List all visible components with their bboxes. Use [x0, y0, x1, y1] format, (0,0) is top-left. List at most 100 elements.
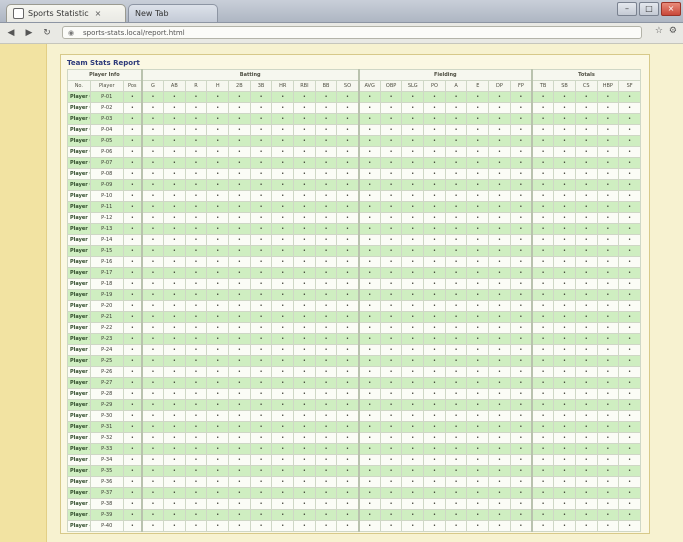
table-row[interactable]: Player 32P-32••••••••••••••••••••••••	[67, 432, 641, 444]
column-header[interactable]: SF	[618, 80, 641, 92]
table-row[interactable]: Player 24P-24••••••••••••••••••••••••	[67, 344, 641, 356]
table-row[interactable]: Player 39P-39••••••••••••••••••••••••	[67, 509, 641, 521]
stat-cell: •	[423, 289, 446, 301]
tab-sports-statistic[interactable]: Sports Statistic ×	[6, 4, 126, 22]
table-row[interactable]: Player 16P-16••••••••••••••••••••••••	[67, 256, 641, 268]
table-row[interactable]: Player 21P-21••••••••••••••••••••••••	[67, 311, 641, 323]
stat-cell: •	[466, 234, 490, 246]
forward-arrow-icon[interactable]: ▶	[22, 26, 36, 40]
stat-cell: •	[336, 421, 360, 433]
column-header[interactable]: FP	[509, 80, 533, 92]
column-header[interactable]: 3B	[249, 80, 273, 92]
table-row[interactable]: Player 36P-36••••••••••••••••••••••••	[67, 476, 641, 488]
column-header[interactable]: CS	[574, 80, 598, 92]
column-header[interactable]: OBP	[379, 80, 403, 92]
stat-cell: •	[531, 157, 555, 169]
table-row[interactable]: Player 09P-09••••••••••••••••••••••••	[67, 179, 641, 191]
column-header[interactable]: A	[444, 80, 468, 92]
table-row[interactable]: Player 17P-17••••••••••••••••••••••••	[67, 267, 641, 279]
table-row[interactable]: Player 05P-05••••••••••••••••••••••••	[67, 135, 641, 147]
player-code-cell: P-17	[89, 267, 124, 279]
settings-wrench-icon[interactable]: ⚙	[669, 26, 677, 36]
table-row[interactable]: Player 38P-38••••••••••••••••••••••••	[67, 498, 641, 510]
stat-cell: •	[618, 212, 641, 224]
table-row[interactable]: Player 34P-34••••••••••••••••••••••••	[67, 454, 641, 466]
column-header[interactable]: AVG	[357, 80, 381, 92]
column-header[interactable]: HBP	[596, 80, 620, 92]
column-header[interactable]: Player	[89, 80, 124, 92]
table-row[interactable]: Player 08P-08••••••••••••••••••••••••	[67, 168, 641, 180]
column-header[interactable]: DP	[488, 80, 511, 92]
column-header[interactable]: PO	[423, 80, 446, 92]
table-row[interactable]: Player 22P-22••••••••••••••••••••••••	[67, 322, 641, 334]
column-header[interactable]: R	[184, 80, 208, 92]
column-header[interactable]: E	[466, 80, 490, 92]
close-window-button[interactable]: ×	[661, 2, 681, 16]
minimize-button[interactable]: –	[617, 2, 637, 16]
table-row[interactable]: Player 19P-19••••••••••••••••••••••••	[67, 289, 641, 301]
stat-cell: •	[423, 465, 446, 477]
table-row[interactable]: Player 35P-35••••••••••••••••••••••••	[67, 465, 641, 477]
player-name-cell: Player 28	[67, 388, 91, 400]
stat-cell: •	[488, 377, 511, 389]
table-row[interactable]: Player 12P-12••••••••••••••••••••••••	[67, 212, 641, 224]
table-row[interactable]: Player 29P-29••••••••••••••••••••••••	[67, 399, 641, 411]
table-row[interactable]: Player 31P-31••••••••••••••••••••••••	[67, 421, 641, 433]
stat-cell: •	[423, 388, 446, 400]
page-info-icon[interactable]: ◉	[68, 27, 74, 40]
table-row[interactable]: Player 13P-13••••••••••••••••••••••••	[67, 223, 641, 235]
maximize-button[interactable]: □	[639, 2, 659, 16]
table-row[interactable]: Player 27P-27••••••••••••••••••••••••	[67, 377, 641, 389]
table-row[interactable]: Player 15P-15••••••••••••••••••••••••	[67, 245, 641, 257]
stat-cell: •	[488, 487, 511, 499]
table-row[interactable]: Player 04P-04••••••••••••••••••••••••	[67, 124, 641, 136]
table-row[interactable]: Player 23P-23••••••••••••••••••••••••	[67, 333, 641, 345]
table-row[interactable]: Player 25P-25••••••••••••••••••••••••	[67, 355, 641, 367]
column-header[interactable]: SLG	[401, 80, 425, 92]
table-row[interactable]: Player 14P-14••••••••••••••••••••••••	[67, 234, 641, 246]
column-header[interactable]: AB	[163, 80, 186, 92]
column-header[interactable]: SB	[553, 80, 576, 92]
column-header[interactable]: Pos	[122, 80, 143, 92]
stat-cell: •	[618, 388, 641, 400]
table-row[interactable]: Player 10P-10••••••••••••••••••••••••	[67, 190, 641, 202]
player-name-cell: Player 11	[67, 201, 91, 213]
table-row[interactable]: Player 07P-07••••••••••••••••••••••••	[67, 157, 641, 169]
tab-new[interactable]: New Tab	[128, 4, 218, 22]
column-header[interactable]: HR	[271, 80, 295, 92]
stat-cell: •	[509, 124, 533, 136]
column-header[interactable]: 2B	[228, 80, 251, 92]
table-row[interactable]: Player 40P-40••••••••••••••••••••••••	[67, 520, 641, 532]
stat-cell: •	[379, 476, 403, 488]
table-row[interactable]: Player 33P-33••••••••••••••••••••••••	[67, 443, 641, 455]
column-header[interactable]: G	[140, 80, 165, 92]
table-row[interactable]: Player 26P-26••••••••••••••••••••••••	[67, 366, 641, 378]
table-row[interactable]: Player 20P-20••••••••••••••••••••••••	[67, 300, 641, 312]
stat-cell: •	[401, 223, 425, 235]
table-row[interactable]: Player 18P-18••••••••••••••••••••••••	[67, 278, 641, 290]
column-header[interactable]: RBI	[293, 80, 316, 92]
column-header[interactable]: H	[206, 80, 230, 92]
table-row[interactable]: Player 03P-03••••••••••••••••••••••••	[67, 113, 641, 125]
stat-cell: •	[466, 179, 490, 191]
column-header[interactable]: No.	[67, 80, 91, 92]
address-bar[interactable]: ◉ sports-stats.local/report.html	[62, 26, 642, 39]
bookmark-star-icon[interactable]: ☆	[655, 26, 663, 36]
reload-icon[interactable]: ↻	[40, 26, 54, 40]
column-header[interactable]: BB	[314, 80, 338, 92]
back-arrow-icon[interactable]: ◀	[4, 26, 18, 40]
table-row[interactable]: Player 11P-11••••••••••••••••••••••••	[67, 201, 641, 213]
stat-cell: •	[249, 333, 273, 345]
stat-cell: •	[228, 135, 251, 147]
table-row[interactable]: Player 06P-06••••••••••••••••••••••••	[67, 146, 641, 158]
table-row[interactable]: Player 37P-37••••••••••••••••••••••••	[67, 487, 641, 499]
column-header[interactable]: SO	[336, 80, 360, 92]
table-row[interactable]: Player 02P-02••••••••••••••••••••••••	[67, 102, 641, 114]
table-row[interactable]: Player 30P-30••••••••••••••••••••••••	[67, 410, 641, 422]
stat-cell: •	[553, 520, 576, 532]
table-row[interactable]: Player 28P-28••••••••••••••••••••••••	[67, 388, 641, 400]
column-header[interactable]: TB	[531, 80, 555, 92]
table-row[interactable]: Player 01P-01••••••••••••••••••••••••	[67, 91, 641, 103]
stat-cell: •	[249, 498, 273, 510]
tab-close-icon[interactable]: ×	[95, 9, 102, 18]
